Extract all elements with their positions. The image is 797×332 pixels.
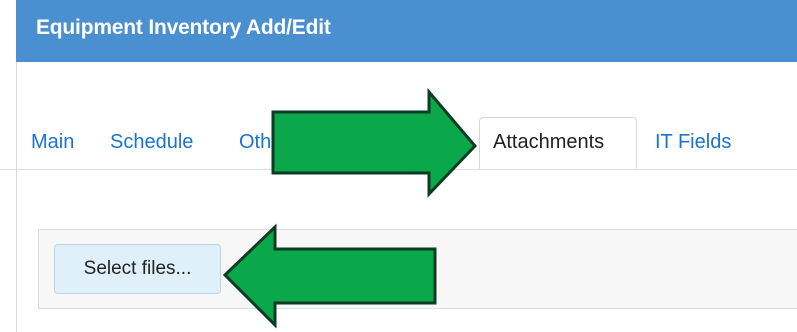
tab-strip: Main Schedule Other Attachments IT Field… — [0, 117, 797, 170]
tab-main[interactable]: Main — [31, 131, 74, 154]
tab-it-fields[interactable]: IT Fields — [655, 131, 731, 154]
tab-schedule[interactable]: Schedule — [110, 131, 193, 154]
upload-panel: Select files... — [38, 229, 797, 309]
select-files-button[interactable]: Select files... — [54, 244, 221, 294]
tab-other[interactable]: Other — [239, 131, 289, 154]
window-title: Equipment Inventory Add/Edit — [36, 16, 331, 39]
equipment-inventory-window: Equipment Inventory Add/Edit Main Schedu… — [0, 0, 797, 332]
title-bar: Equipment Inventory Add/Edit — [16, 0, 797, 62]
tab-attachments-label: Attachments — [493, 131, 605, 153]
tab-attachments[interactable]: Attachments — [479, 117, 637, 169]
